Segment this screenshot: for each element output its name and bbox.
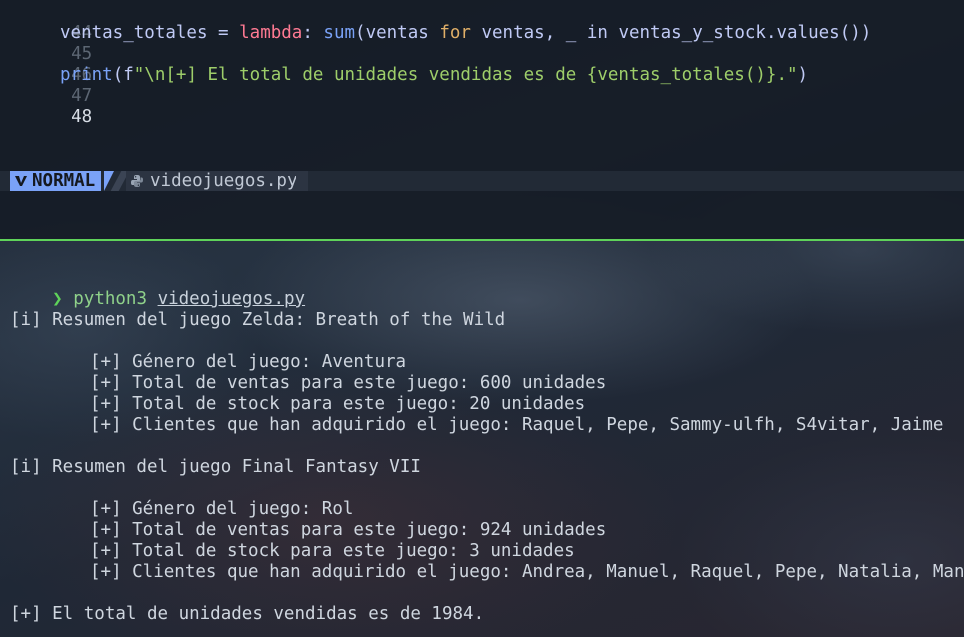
output-line: [+] El total de unidades vendidas es de … — [10, 604, 485, 624]
output-line: [+] Clientes que han adquirido el juego:… — [90, 415, 944, 435]
code-token: = — [207, 23, 240, 43]
output-line: [+] Total de ventas para este juego: 600… — [90, 373, 607, 393]
output-line: [i] Resumen del juego Final Fantasy VII — [10, 457, 421, 477]
code-function: print — [60, 65, 113, 85]
code-line: 46 — [0, 44, 92, 85]
code-function: sum — [323, 23, 356, 43]
vim-icon — [15, 176, 27, 186]
command-text: python3 — [73, 289, 148, 309]
code-line: 45 ventas_totales = lambda: sum(ventas f… — [0, 23, 871, 64]
output-line: [+] Género del juego: Rol — [90, 499, 354, 519]
code-line: 44 — [0, 2, 92, 43]
code-keyword: for — [439, 23, 471, 43]
code-token: ventas_totales — [60, 23, 208, 43]
pane-divider[interactable] — [0, 239, 964, 241]
output-line: [+] Clientes que han adquirido el juego:… — [90, 562, 964, 582]
file-segment: videojuegos.py — [126, 171, 308, 191]
statusline: NORMAL videojuegos.py — [0, 171, 964, 191]
current-line-number: 48 — [71, 107, 93, 127]
statusline-separator — [296, 171, 306, 191]
prompt-line: ❯ python3 videojuegos.py — [10, 268, 305, 309]
output-line: [+] Género del juego: Aventura — [90, 352, 407, 372]
output-line: [+] Total de stock para este juego: 20 u… — [90, 394, 586, 414]
command-argument: videojuegos.py — [157, 289, 306, 309]
code-string: "\n[+] El total de unidades vendidas es … — [133, 65, 798, 85]
mode-indicator: NORMAL — [10, 171, 102, 191]
code-line: 48 — [0, 86, 92, 127]
code-token: ventas, _ in ventas_y_stock.values()) — [470, 23, 872, 43]
output-line: [i] Resumen del juego Zelda: Breath of t… — [10, 310, 506, 330]
python-icon — [131, 175, 143, 187]
code-token: : — [302, 23, 324, 43]
code-token: ) — [797, 65, 809, 85]
output-line: [+] Total de ventas para este juego: 924… — [90, 520, 607, 540]
code-token: (ventas — [355, 23, 440, 43]
prompt-symbol: ❯ — [52, 289, 63, 309]
code-editor[interactable]: 44 45 ventas_totales = lambda: sum(venta… — [0, 0, 964, 240]
output-line: [+] Total de stock para este juego: 3 un… — [90, 541, 575, 561]
code-keyword: lambda — [239, 23, 303, 43]
mode-label: NORMAL — [32, 171, 96, 191]
code-token: (f — [112, 65, 134, 85]
filename-label: videojuegos.py — [150, 171, 298, 191]
code-line: 47 print(f"\n[+] El total de unidades ve… — [0, 65, 808, 106]
